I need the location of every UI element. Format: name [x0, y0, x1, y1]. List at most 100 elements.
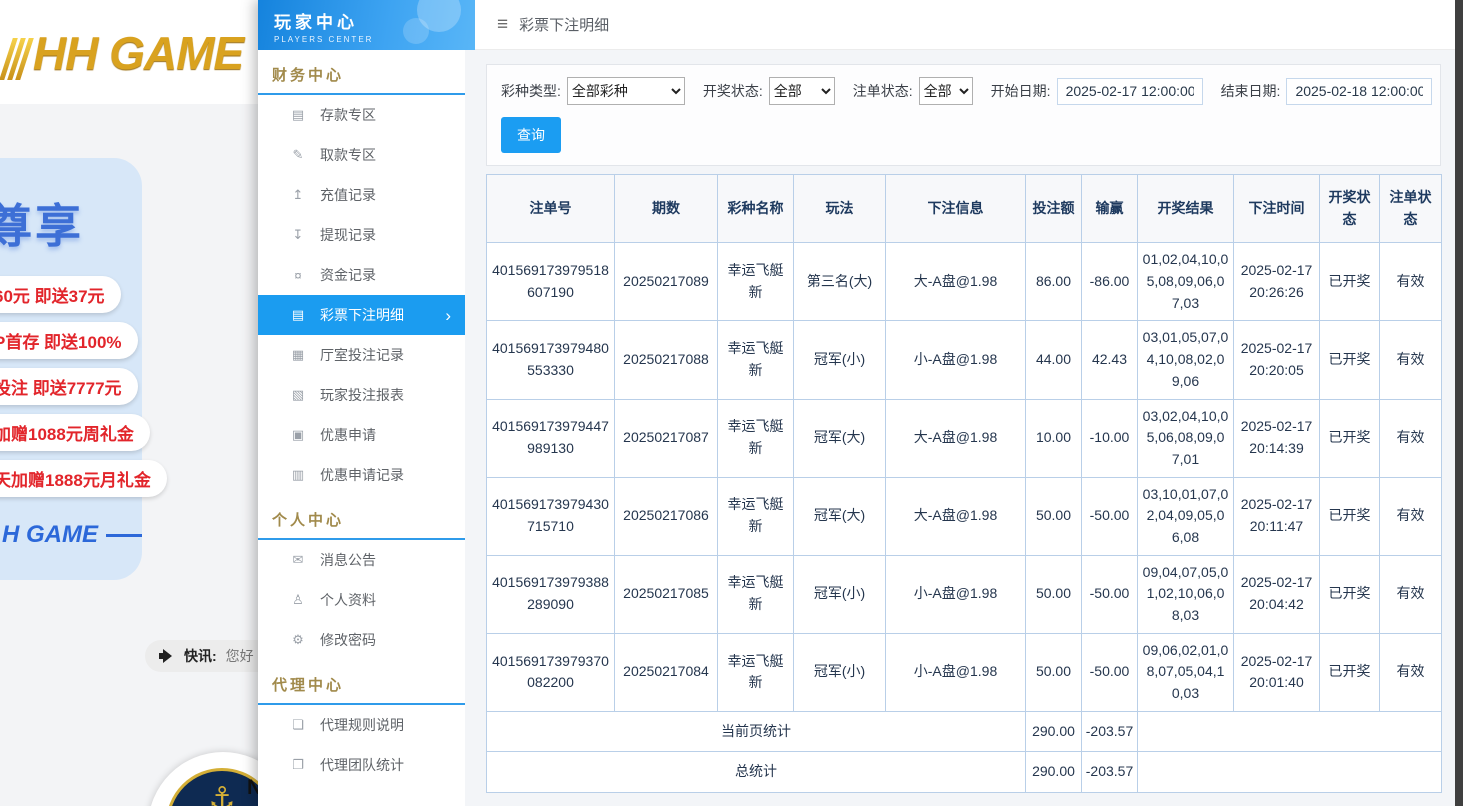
filter-label: 开始日期:: [991, 81, 1051, 101]
page-summary-amount: 290.00: [1026, 711, 1082, 752]
cell-play: 第三名(大): [794, 243, 886, 321]
sidebar-item-profile[interactable]: ♙ 个人资料: [258, 580, 465, 620]
sidebar-item-deposit[interactable]: ▤ 存款专区: [258, 95, 465, 135]
col-header-lottery: 彩种名称: [718, 175, 794, 243]
cell-result: 03,01,05,07,04,10,08,02,09,06: [1138, 321, 1234, 399]
anchor-icon: ⚓: [209, 781, 236, 806]
section-title-agent: 代理中心: [258, 660, 465, 705]
sidebar-item-label: 彩票下注明细: [320, 305, 404, 325]
cell-period: 20250217089: [615, 243, 718, 321]
cell-time: 2025-02-17 20:20:05: [1234, 321, 1320, 399]
logo-stripes-icon: [6, 38, 27, 80]
sidebar-item-hall-bet-records[interactable]: ▦ 厅室投注记录: [258, 335, 465, 375]
overlay-edge: [1455, 0, 1463, 806]
sidebar-item-promo-apply-records[interactable]: ▥ 优惠申请记录: [258, 455, 465, 495]
cell-period: 20250217087: [615, 399, 718, 477]
sidebar-item-change-password[interactable]: ⚙ 修改密码: [258, 620, 465, 660]
cell-order-status: 有效: [1380, 243, 1442, 321]
hamburger-menu-icon[interactable]: ≡: [497, 14, 508, 36]
promo-footer-logo: H GAME: [2, 521, 142, 549]
sidebar-item-announcements[interactable]: ✉ 消息公告: [258, 540, 465, 580]
sidebar-item-recharge-records[interactable]: ↥ 充值记录: [258, 175, 465, 215]
speaker-icon: [159, 648, 175, 664]
cell-draw-status: 已开奖: [1320, 399, 1380, 477]
promo-record-icon: ▥: [290, 467, 306, 483]
cell-play: 冠军(小): [794, 555, 886, 633]
sidebar-item-label: 修改密码: [320, 630, 376, 650]
ticker-text: 您好: [226, 646, 254, 666]
cell-info: 小-A盘@1.98: [886, 321, 1026, 399]
cell-order-status: 有效: [1380, 477, 1442, 555]
col-header-play: 玩法: [794, 175, 886, 243]
sidebar-item-label: 取款专区: [320, 145, 376, 165]
page-summary-row: 当前页统计 290.00 -203.57: [487, 711, 1442, 752]
cell-amount: 10.00: [1026, 399, 1082, 477]
promo-banner: 尊享 60元 即送37元 P首存 即送100% 投注 即送7777元 加赠108…: [0, 158, 142, 580]
table-row: 401569173979480553330 20250217088 幸运飞艇新 …: [487, 321, 1442, 399]
sidebar-header: 玩家中心 PLAYERS CENTER: [258, 0, 475, 50]
cell-time: 2025-02-17 20:04:42: [1234, 555, 1320, 633]
start-date-input[interactable]: [1057, 78, 1203, 105]
promo-pill: 加赠1088元周礼金: [0, 414, 150, 451]
table-header-row: 注单号 期数 彩种名称 玩法 下注信息 投注额 输赢 开奖结果 下注时间 开奖状…: [487, 175, 1442, 243]
total-summary-row: 总统计 290.00 -203.57: [487, 752, 1442, 793]
table-row: 401569173979447989130 20250217087 幸运飞艇新 …: [487, 399, 1442, 477]
cell-order: 401569173979370082200: [487, 633, 615, 711]
sidebar: 玩家中心 PLAYERS CENTER 财务中心 ▤ 存款专区 ✎ 取款专区 ↥…: [258, 0, 465, 806]
sidebar-item-label: 提现记录: [320, 225, 376, 245]
cell-result: 09,06,02,01,08,07,05,04,10,03: [1138, 633, 1234, 711]
promo-footer-line: [106, 534, 142, 537]
funds-icon: ¤: [290, 268, 306, 283]
cell-amount: 50.00: [1026, 477, 1082, 555]
cell-order-status: 有效: [1380, 633, 1442, 711]
promo-pill: 天加赠1888元月礼金: [0, 460, 167, 497]
sidebar-item-promo-apply[interactable]: ▣ 优惠申请: [258, 415, 465, 455]
draw-status-select[interactable]: 全部: [769, 77, 835, 105]
sidebar-item-label: 充值记录: [320, 185, 376, 205]
sidebar-item-label: 代理团队统计: [320, 755, 404, 775]
sidebar-item-fund-records[interactable]: ¤ 资金记录: [258, 255, 465, 295]
cell-winloss: 42.43: [1082, 321, 1138, 399]
sidebar-item-lottery-bet-details[interactable]: ▤ 彩票下注明细 ›: [258, 295, 465, 335]
cell-lottery: 幸运飞艇新: [718, 321, 794, 399]
sidebar-item-player-bet-report[interactable]: ▧ 玩家投注报表: [258, 375, 465, 415]
cell-time: 2025-02-17 20:11:47: [1234, 477, 1320, 555]
cell-result: 03,10,01,07,02,04,09,05,06,08: [1138, 477, 1234, 555]
filter-order-status: 注单状态: 全部: [853, 77, 973, 105]
col-header-result: 开奖结果: [1138, 175, 1234, 243]
sidebar-item-withdraw[interactable]: ✎ 取款专区: [258, 135, 465, 175]
order-status-select[interactable]: 全部: [919, 77, 973, 105]
page-summary-empty: [1138, 711, 1442, 752]
total-summary-empty: [1138, 752, 1442, 793]
cell-result: 09,04,07,05,01,02,10,06,08,03: [1138, 555, 1234, 633]
bets-table: 注单号 期数 彩种名称 玩法 下注信息 投注额 输赢 开奖结果 下注时间 开奖状…: [486, 174, 1442, 793]
ticker-label: 快讯:: [184, 646, 217, 666]
withdraw-icon: ✎: [290, 147, 306, 163]
sidebar-item-withdrawal-records[interactable]: ↧ 提现记录: [258, 215, 465, 255]
table-row: 401569173979388289090 20250217085 幸运飞艇新 …: [487, 555, 1442, 633]
promo-pill: 投注 即送7777元: [0, 368, 138, 405]
filter-end-date: 结束日期:: [1221, 78, 1433, 105]
chevron-right-icon: ›: [445, 307, 451, 324]
sidebar-subtitle: PLAYERS CENTER: [274, 35, 475, 44]
cell-order: 401569173979430715710: [487, 477, 615, 555]
player-center-modal: 玩家中心 PLAYERS CENTER 财务中心 ▤ 存款专区 ✎ 取款专区 ↥…: [258, 0, 1455, 806]
cell-info: 大-A盘@1.98: [886, 243, 1026, 321]
cell-order: 401569173979447989130: [487, 399, 615, 477]
total-summary-winloss: -203.57: [1082, 752, 1138, 793]
sidebar-item-agent-team-stats[interactable]: ❐ 代理团队统计: [258, 745, 465, 785]
cell-play: 冠军(小): [794, 321, 886, 399]
lottery-type-select[interactable]: 全部彩种: [567, 77, 685, 105]
page-title: 彩票下注明细: [519, 14, 609, 35]
end-date-input[interactable]: [1286, 78, 1432, 105]
cell-lottery: 幸运飞艇新: [718, 555, 794, 633]
query-button[interactable]: 查询: [501, 117, 561, 153]
sidebar-item-agent-rules[interactable]: ❏ 代理规则说明: [258, 705, 465, 745]
cell-amount: 50.00: [1026, 633, 1082, 711]
cell-play: 冠军(小): [794, 633, 886, 711]
sidebar-item-label: 资金记录: [320, 265, 376, 285]
promo-pill: 60元 即送37元: [0, 276, 121, 313]
filter-actions-row: 查询: [501, 117, 1426, 153]
cell-draw-status: 已开奖: [1320, 555, 1380, 633]
cell-winloss: -50.00: [1082, 477, 1138, 555]
